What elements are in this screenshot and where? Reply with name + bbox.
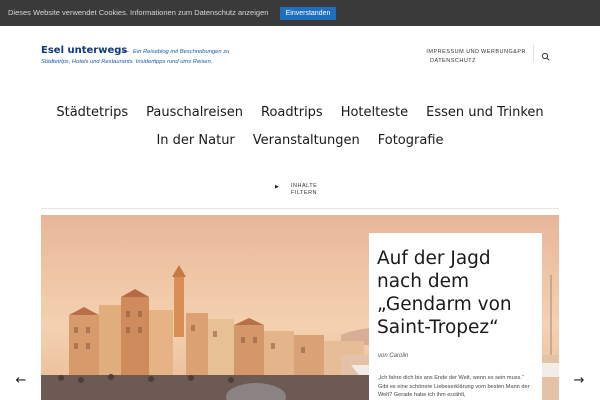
divider (41, 208, 559, 209)
article-excerpt: „Ich fahre dich bis ans Ende der Welt, w… (378, 375, 530, 398)
nav-item-fotografie[interactable]: Fotografie (378, 133, 444, 148)
cookie-accept-button[interactable]: Einverstanden (280, 7, 336, 20)
search-icon[interactable] (541, 47, 551, 61)
slider-next-arrow-icon[interactable]: → (570, 372, 588, 390)
nav-row-1: Städtetrips Pauschalreisen Roadtrips Hot… (0, 98, 600, 126)
article-author: von Carolin (378, 353, 409, 359)
nav-item-veranstaltungen[interactable]: Veranstaltungen (253, 133, 360, 148)
nav-item-staedtetrips[interactable]: Städtetrips (56, 105, 128, 120)
nav-item-roadtrips[interactable]: Roadtrips (261, 105, 323, 120)
nav-row-2: In der Natur Veranstaltungen Fotografie (0, 126, 600, 154)
filter-toggle[interactable]: ▶ INHALTE FILTERN (275, 183, 335, 197)
impressum-link[interactable]: IMPRESSUM UND DATENSCHUTZ (425, 48, 481, 66)
header-divider (533, 44, 534, 62)
nav-item-in-der-natur[interactable]: In der Natur (156, 133, 234, 148)
cookie-message: Dieses Website verwendet Cookies. (8, 8, 128, 17)
filter-label: INHALTE FILTERN (291, 183, 318, 196)
cookie-bar: Dieses Website verwendet Cookies. Inform… (0, 0, 600, 26)
werbung-link[interactable]: WERBUNG&PR (481, 48, 527, 57)
hero-article-card: Auf der Jagd nach dem „Gendarm von Saint… (369, 233, 542, 400)
article-title[interactable]: Auf der Jagd nach dem „Gendarm von Saint… (377, 247, 537, 339)
privacy-info-link[interactable]: Informationen zum Datenschutz anzeigen (130, 8, 268, 17)
slider-prev-arrow-icon[interactable]: ← (12, 372, 30, 390)
nav-item-hoteltests[interactable]: Hotelteste (341, 105, 408, 120)
main-nav: Städtetrips Pauschalreisen Roadtrips Hot… (0, 98, 600, 154)
nav-item-essen-und-trinken[interactable]: Essen und Trinken (426, 105, 544, 120)
site-tagline: Ein Reiseblog mit Beschreibungen zu Städ… (41, 49, 230, 65)
nav-item-pauschalreisen[interactable]: Pauschalreisen (146, 105, 243, 120)
play-arrow-icon: ▶ (275, 184, 279, 190)
